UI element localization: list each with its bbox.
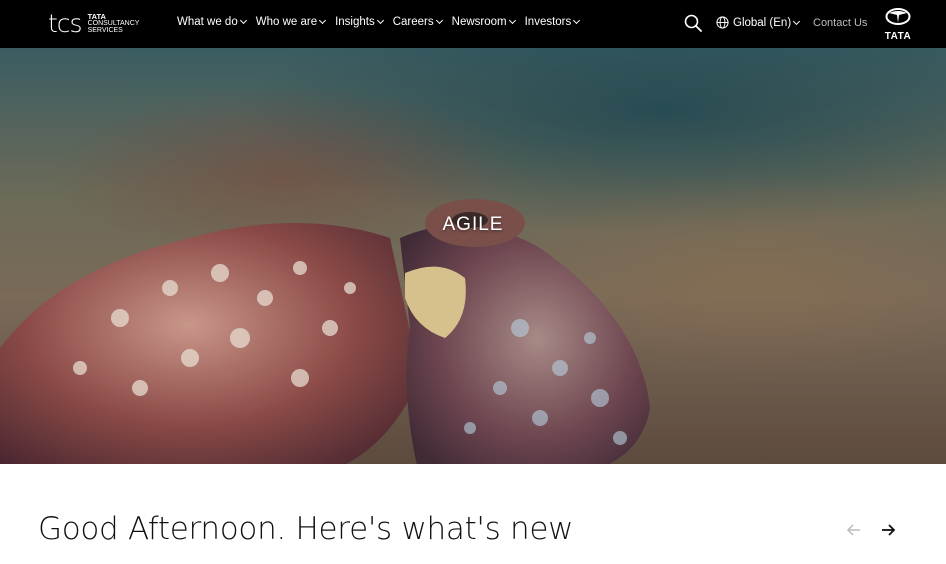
nav-label: Insights: [335, 16, 375, 28]
chevron-down-icon: [376, 16, 384, 25]
chevron-down-icon: [573, 16, 581, 25]
globe-icon: [716, 16, 729, 29]
tata-emblem-icon: [885, 8, 911, 25]
logo-line-1: TATA: [87, 12, 106, 21]
nav-label: Who we are: [255, 16, 318, 28]
nav-item-what-we-do[interactable]: What we do: [177, 16, 247, 28]
arrow-right-icon[interactable]: [880, 522, 896, 538]
hero-headline: AGILE: [442, 214, 504, 235]
logo-mark: tcs: [48, 9, 83, 38]
nav-item-careers[interactable]: Careers: [392, 16, 443, 28]
tata-logo[interactable]: TATA: [881, 8, 915, 42]
chevron-down-icon: [319, 16, 327, 25]
chevron-down-icon: [239, 16, 247, 25]
nav-item-investors[interactable]: Investors: [524, 16, 581, 28]
arrow-left-icon[interactable]: [846, 522, 862, 538]
greeting-heading: Good Afternoon. Here's what's new: [38, 511, 574, 547]
nav-label: Newsroom: [451, 16, 507, 28]
tata-wordmark: TATA: [884, 31, 912, 42]
contact-us-link[interactable]: Contact Us: [813, 17, 867, 29]
search-icon[interactable]: [684, 14, 702, 32]
nav-item-insights[interactable]: Insights: [335, 16, 384, 28]
top-navigation-bar: tcs TATA CONSULTANCY SERVICES What we do…: [0, 0, 946, 48]
nav-item-newsroom[interactable]: Newsroom: [451, 16, 516, 28]
nav-label: Investors: [524, 16, 572, 28]
nav-label: Careers: [392, 16, 434, 28]
region-label: Global (En): [733, 16, 792, 29]
hero-banner: AGILE: [0, 48, 946, 464]
logo-line-2: CONSULTANCY: [87, 20, 140, 27]
chevron-down-icon: [793, 17, 801, 25]
nav-label: What we do: [177, 16, 238, 28]
logo-text: TATA CONSULTANCY SERVICES: [88, 13, 140, 34]
chevron-down-icon: [435, 16, 443, 25]
logo-line-3: SERVICES: [87, 27, 123, 34]
region-selector[interactable]: Global (En): [716, 16, 801, 29]
chevron-down-icon: [508, 16, 516, 25]
nav-item-who-we-are[interactable]: Who we are: [255, 16, 327, 28]
tcs-logo[interactable]: tcs TATA CONSULTANCY SERVICES: [48, 11, 139, 36]
main-nav: What we do Who we are Insights Careers N…: [177, 16, 581, 28]
